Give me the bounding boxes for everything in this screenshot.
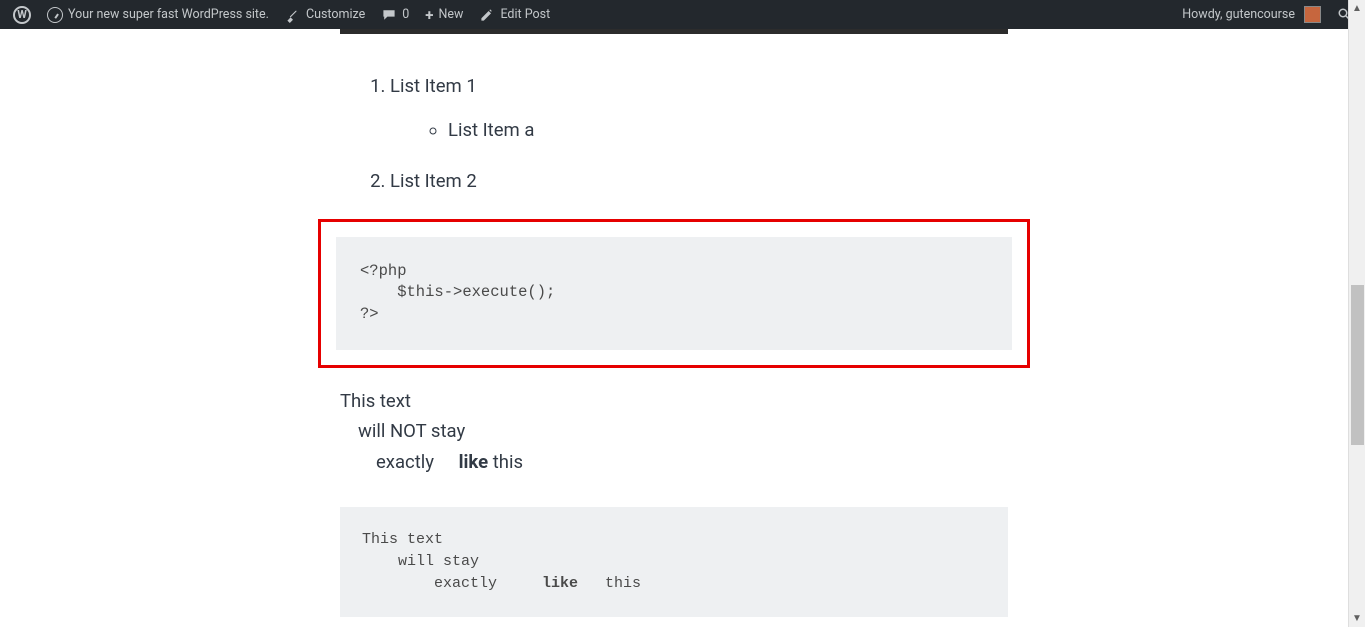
new-label: New <box>438 7 463 22</box>
wordpress-logo-icon: W <box>13 6 31 24</box>
edit-post-label: Edit Post <box>500 7 550 22</box>
list-item: List Item a <box>448 116 1008 146</box>
list-item-text: List Item a <box>448 119 534 141</box>
site-title: Your new super fast WordPress site. <box>68 7 269 22</box>
user-avatar-icon <box>1304 6 1321 23</box>
list-item-text: List Item 1 <box>390 75 477 97</box>
dark-strip <box>340 29 1008 34</box>
comments-count: 0 <box>402 7 409 22</box>
howdy-text: Howdy, gutencourse <box>1182 7 1295 22</box>
scroll-up-arrow-icon[interactable]: ▲ <box>1349 0 1365 17</box>
pencil-icon <box>479 7 495 23</box>
page-content-area: List Item 1 List Item a List Item 2 <?ph… <box>0 29 1348 627</box>
comment-icon <box>381 7 397 23</box>
list-item: List Item 2 <box>390 167 1008 197</box>
wp-logo-menu[interactable]: W <box>5 0 39 29</box>
unordered-sublist: List Item a <box>448 116 1008 146</box>
scroll-down-arrow-icon[interactable]: ▼ <box>1349 610 1365 627</box>
post-content: List Item 1 List Item a List Item 2 <?ph… <box>340 29 1008 627</box>
list-item: List Item 1 List Item a <box>390 72 1008 145</box>
site-name-menu[interactable]: Your new super fast WordPress site. <box>39 0 277 29</box>
ordered-list: List Item 1 List Item a List Item 2 <box>390 72 1008 197</box>
plus-icon: + <box>425 6 433 24</box>
collapsed-whitespace-paragraph: This text will NOT stay exactly like thi… <box>340 386 1008 478</box>
new-content-menu[interactable]: + New <box>417 0 471 29</box>
code-block: <?php $this->execute(); ?> <box>336 237 1012 350</box>
text-line: This text <box>340 386 1008 417</box>
text-line: exactly like this <box>340 447 1008 478</box>
customize-link[interactable]: Customize <box>277 0 373 29</box>
wp-admin-bar: W Your new super fast WordPress site. Cu… <box>0 0 1365 29</box>
preformatted-block: This text will stay exactly like this <box>340 507 1008 616</box>
scrollbar-thumb[interactable] <box>1351 285 1364 445</box>
admin-bar-left: W Your new super fast WordPress site. Cu… <box>5 0 558 29</box>
highlighted-code-region: <?php $this->execute(); ?> <box>318 219 1030 368</box>
bold-text: like <box>542 575 578 592</box>
customize-label: Customize <box>306 7 365 22</box>
comments-link[interactable]: 0 <box>373 0 417 29</box>
vertical-scrollbar[interactable]: ▲ ▼ <box>1348 0 1365 627</box>
admin-bar-right: Howdy, gutencourse <box>1174 0 1360 29</box>
text-line: will NOT stay <box>340 416 1008 447</box>
edit-post-link[interactable]: Edit Post <box>471 0 558 29</box>
list-item-text: List Item 2 <box>390 170 477 192</box>
bold-text: like <box>459 451 488 473</box>
dashboard-icon <box>47 7 63 23</box>
my-account-menu[interactable]: Howdy, gutencourse <box>1174 0 1329 29</box>
brush-icon <box>285 7 301 23</box>
